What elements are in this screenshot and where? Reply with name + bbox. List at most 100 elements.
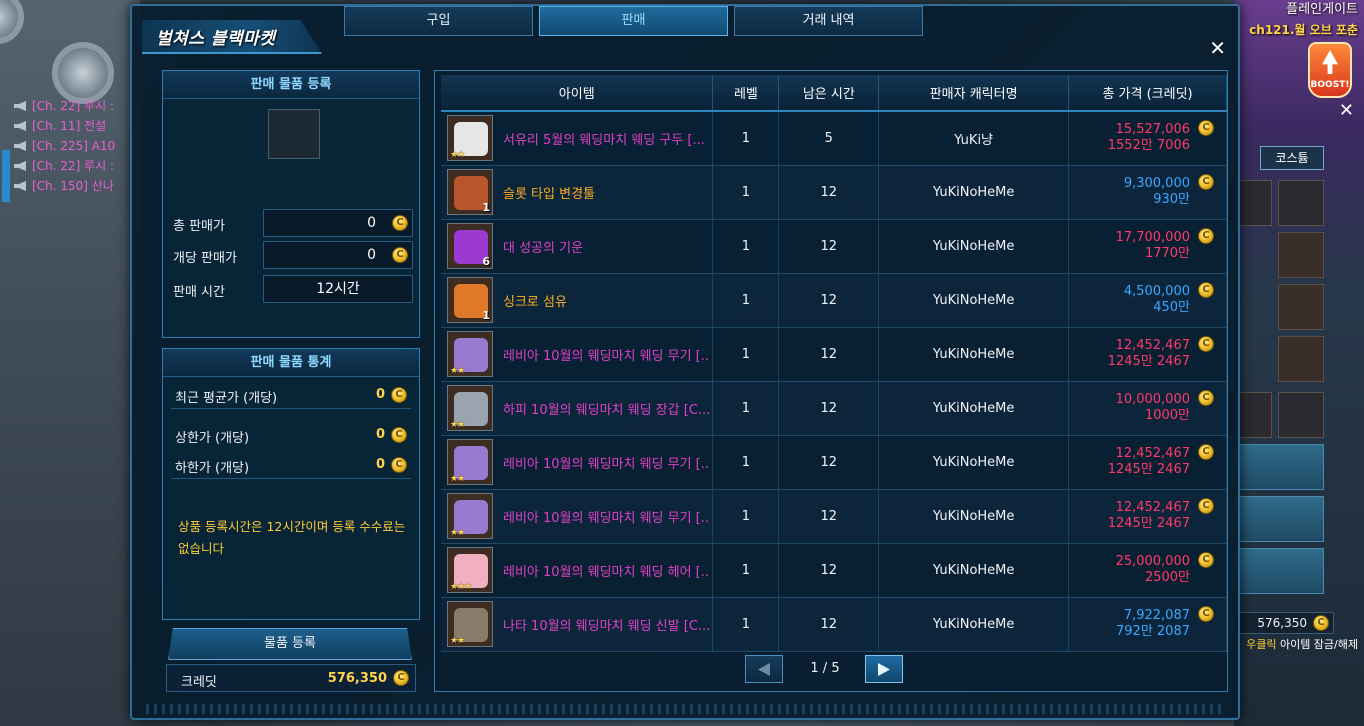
item-price-korean: 1552만 7006 bbox=[1107, 138, 1190, 154]
inventory-slot[interactable] bbox=[1278, 284, 1324, 330]
hair-icon[interactable]: ★★★ bbox=[447, 547, 493, 593]
column-header-seller[interactable]: 판매자 캐릭터명 bbox=[878, 75, 1070, 112]
item-price-value: 12,452,467 bbox=[1115, 446, 1190, 461]
item-cell: 1 슬롯 타입 변경툴 bbox=[441, 165, 714, 220]
coin-icon: C bbox=[1198, 227, 1214, 244]
register-item-button[interactable]: 물품 등록 bbox=[168, 628, 412, 660]
high-price-row: 상한가 (개당) 0 C bbox=[171, 421, 411, 449]
item-quantity: 1 bbox=[482, 201, 490, 214]
lock-hint-text: 아이템 잠금/해제 bbox=[1279, 638, 1358, 651]
weapon-icon[interactable]: ★★ bbox=[447, 439, 493, 485]
table-row[interactable]: 6 대 성공의 기운 1 12 YuKiNoHeMe 17,700,000 1770만 C bbox=[441, 219, 1227, 274]
item-remaining-time: 12 bbox=[778, 219, 880, 274]
stats-header: 판매 물품 통계 bbox=[163, 349, 419, 377]
item-price: 7,922,087 792만 2087 C bbox=[1068, 597, 1227, 652]
speaker-icon bbox=[14, 161, 26, 171]
item-seller: YuKiNoHeMe bbox=[878, 327, 1070, 382]
notice-text: 상품 등록시간은 12시간이며 등록 수수료는 없습니다 bbox=[178, 519, 406, 556]
inventory-slot[interactable] bbox=[1278, 180, 1324, 226]
low-price-label: 하한가 (개당) bbox=[175, 461, 250, 476]
total-price-label: 총 판매가 bbox=[173, 219, 225, 234]
weapon-icon[interactable]: ★★ bbox=[447, 331, 493, 377]
page-indicator: 1 / 5 bbox=[810, 661, 840, 676]
table-row[interactable]: 1 싱크로 섬유 1 12 YuKiNoHeMe 4,500,000 450만 C bbox=[441, 273, 1227, 328]
credit-box: 크레딧 576,350 C bbox=[166, 664, 416, 692]
fiber-icon[interactable]: 1 bbox=[447, 277, 493, 323]
column-header-item[interactable]: 아이템 bbox=[441, 75, 714, 112]
inventory-slot[interactable] bbox=[1278, 232, 1324, 278]
table-row[interactable]: ★★ 레비아 10월의 웨딩마치 웨딩 무기 [... 1 12 YuKiNoHeMe 1… bbox=[441, 489, 1227, 544]
chat-text: [Ch. 225] A10 bbox=[32, 139, 116, 153]
unit-price-label: 개당 판매가 bbox=[173, 251, 237, 266]
close-icon[interactable]: ✕ bbox=[1209, 38, 1226, 58]
stats-panel: 판매 물품 통계 최근 평균가 (개당) 0 C 상한가 (개당) 0 C 하한… bbox=[162, 348, 420, 620]
register-header: 판매 물품 등록 bbox=[163, 71, 419, 99]
table-row[interactable]: 1 슬롯 타입 변경툴 1 12 YuKiNoHeMe 9,300,000 930만 C bbox=[441, 165, 1227, 220]
item-name: 서유리 5월의 웨딩마치 웨딩 구두 [... bbox=[503, 132, 705, 148]
total-price-input[interactable]: 0 C bbox=[263, 209, 413, 237]
item-price-value: 12,452,467 bbox=[1115, 500, 1190, 515]
chat-text: [Ch. 22] 루시 : bbox=[32, 99, 114, 113]
item-drop-slot[interactable] bbox=[268, 109, 320, 159]
boost-button[interactable]: BOOST! bbox=[1308, 42, 1352, 98]
inventory-bar[interactable] bbox=[1234, 548, 1324, 594]
item-stars: ★★ bbox=[450, 366, 465, 376]
unit-price-value: 0 bbox=[367, 247, 376, 263]
glove-icon[interactable]: ★★ bbox=[447, 385, 493, 431]
column-header-time[interactable]: 남은 시간 bbox=[778, 75, 880, 112]
table-row[interactable]: ★★ 나타 10월의 웨딩마치 웨딩 신발 [C... 1 12 YuKiNoHeMe 7… bbox=[441, 597, 1227, 652]
inventory-slot[interactable] bbox=[1278, 392, 1324, 438]
sale-time-row: 판매 시간 12시간 bbox=[173, 275, 413, 303]
tab-sell[interactable]: 판매 bbox=[539, 6, 728, 36]
item-remaining-time: 12 bbox=[778, 165, 880, 220]
column-header-price[interactable]: 총 가격 (크레딧) bbox=[1068, 75, 1227, 112]
chat-scroll-indicator[interactable] bbox=[2, 150, 10, 202]
table-row[interactable]: ★★ 서유리 5월의 웨딩마치 웨딩 구두 [... 1 5 YuKi냥 15,527,0… bbox=[441, 111, 1227, 166]
item-remaining-time: 12 bbox=[778, 435, 880, 490]
low-price-row: 하한가 (개당) 0 C bbox=[171, 451, 411, 479]
table-row[interactable]: ★★ 레비아 10월의 웨딩마치 웨딩 무기 [... 1 12 YuKiNoHeMe 1… bbox=[441, 327, 1227, 382]
item-cell: ★★★ 레비아 10월의 웨딩마치 웨딩 헤어 [... bbox=[441, 543, 714, 598]
item-level: 1 bbox=[712, 273, 780, 328]
column-header-level[interactable]: 레벨 bbox=[712, 75, 780, 112]
next-page-button[interactable] bbox=[865, 655, 903, 683]
boots-icon[interactable]: ★★ bbox=[447, 601, 493, 647]
item-name: 레비아 10월의 웨딩마치 웨딩 무기 [... bbox=[503, 510, 709, 526]
coin-icon: C bbox=[391, 427, 407, 443]
item-price-korean: 1770만 bbox=[1144, 246, 1190, 261]
table-row[interactable]: ★★ 레비아 10월의 웨딩마치 웨딩 무기 [... 1 12 YuKiNoHeMe 1… bbox=[441, 435, 1227, 490]
weapon-icon[interactable]: ★★ bbox=[447, 493, 493, 539]
tab-history[interactable]: 거래 내역 bbox=[734, 6, 923, 36]
item-remaining-time: 12 bbox=[778, 543, 880, 598]
arrow-left-icon bbox=[758, 663, 770, 676]
item-seller: YuKi냥 bbox=[878, 111, 1070, 166]
shoes-icon[interactable]: ★★ bbox=[447, 115, 493, 162]
sale-time-select[interactable]: 12시간 bbox=[263, 275, 413, 303]
item-name: 싱크로 섬유 bbox=[503, 294, 567, 310]
unit-price-input[interactable]: 0 C bbox=[263, 241, 413, 269]
item-name: 나타 10월의 웨딩마치 웨딩 신발 [C... bbox=[503, 618, 709, 634]
item-remaining-time: 5 bbox=[778, 111, 880, 166]
potion-icon[interactable]: 6 bbox=[447, 223, 493, 269]
item-remaining-time: 12 bbox=[778, 381, 880, 436]
coin-icon: C bbox=[1198, 389, 1214, 406]
coin-icon: C bbox=[1198, 173, 1214, 190]
credit-coin-icon: C bbox=[1313, 615, 1329, 631]
inventory-close-icon[interactable]: ✕ bbox=[1339, 100, 1354, 121]
table-row[interactable]: ★★★ 레비아 10월의 웨딩마치 웨딩 헤어 [... 1 12 YuKiNoHeMe… bbox=[441, 543, 1227, 598]
item-price-korean: 1245만 2467 bbox=[1107, 516, 1190, 531]
inventory-bar[interactable] bbox=[1234, 444, 1324, 490]
tab-buy[interactable]: 구입 bbox=[344, 6, 533, 36]
inventory-slot[interactable] bbox=[1278, 336, 1324, 382]
speaker-icon bbox=[14, 141, 26, 151]
item-seller: YuKiNoHeMe bbox=[878, 597, 1070, 652]
inventory-bar[interactable] bbox=[1234, 496, 1324, 542]
tool-icon[interactable]: 1 bbox=[447, 169, 493, 215]
tab-costume[interactable]: 코스튬 bbox=[1260, 146, 1324, 170]
item-seller: YuKiNoHeMe bbox=[878, 543, 1070, 598]
item-price: 12,452,467 1245만 2467 C bbox=[1068, 489, 1227, 544]
item-price: 4,500,000 450만 C bbox=[1068, 273, 1227, 328]
register-panel: 판매 물품 등록 총 판매가 0 C 개당 판매가 0 C 판매 시간 12시간 bbox=[162, 70, 420, 338]
prev-page-button[interactable] bbox=[745, 655, 783, 683]
table-row[interactable]: ★★ 하피 10월의 웨딩마치 웨딩 장갑 [C... 1 12 YuKiNoHeMe 1… bbox=[441, 381, 1227, 436]
